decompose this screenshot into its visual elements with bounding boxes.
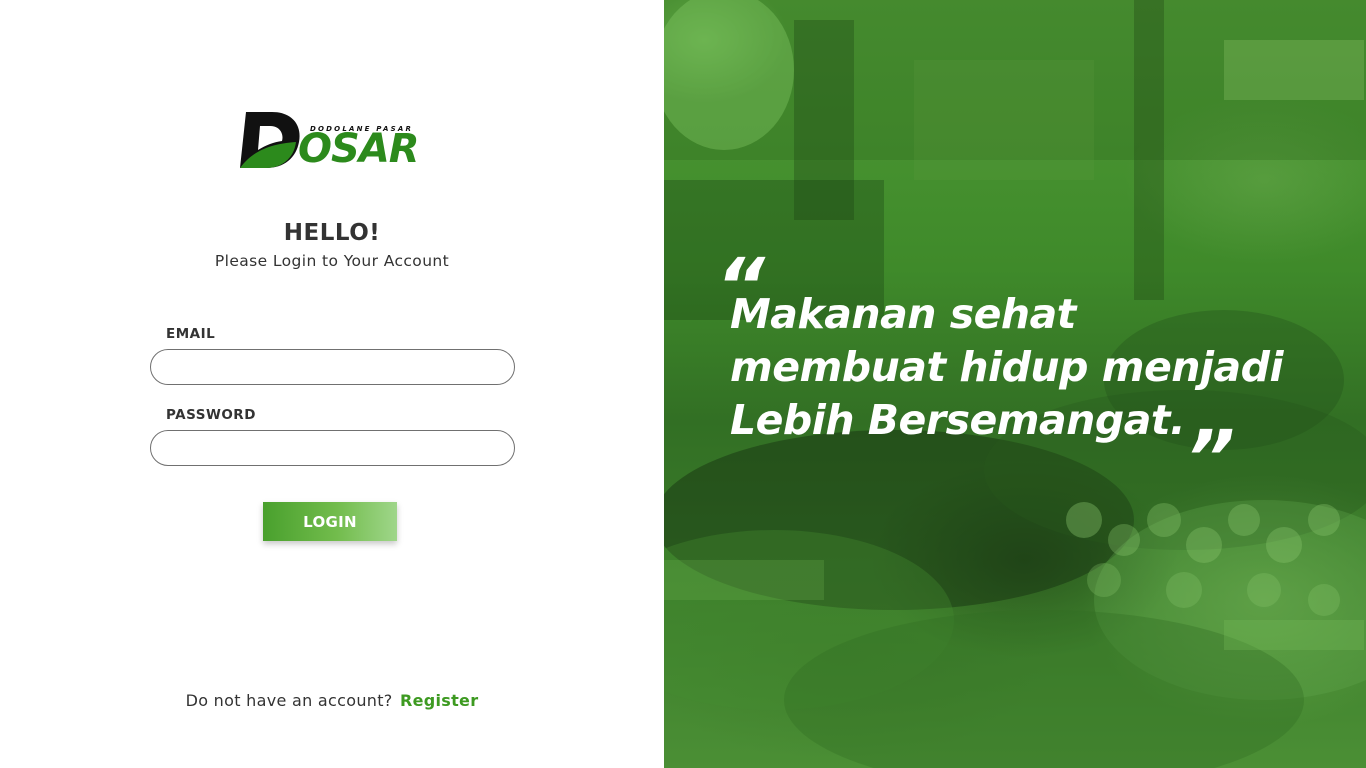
- page-subtitle: Please Login to Your Account: [214, 252, 450, 270]
- email-input[interactable]: [150, 349, 515, 385]
- hero-quote: Makanan sehat membuat hidup menjadi Lebi…: [730, 288, 1350, 447]
- password-input[interactable]: [150, 430, 515, 466]
- hero-quote-line: Makanan sehat: [730, 290, 1076, 338]
- hero-quote-line: Lebih Bersemangat.: [730, 396, 1186, 444]
- password-label: PASSWORD: [166, 407, 256, 423]
- login-button[interactable]: LOGIN: [263, 502, 397, 541]
- email-label: EMAIL: [166, 326, 216, 342]
- logo-d-mark: [240, 112, 300, 168]
- hero-image-panel: “ Makanan sehat membuat hidup menjadi Le…: [664, 0, 1366, 768]
- logo-wordmark: OSAR: [298, 126, 420, 172]
- dosar-logo: DODOLANE PASAR OSAR: [238, 108, 430, 174]
- register-prompt-text: Do not have an account?: [185, 691, 393, 710]
- close-quote-icon: ”: [1186, 413, 1235, 502]
- register-link[interactable]: Register: [400, 691, 478, 710]
- login-panel: DODOLANE PASAR OSAR HELLO! Please Login …: [0, 0, 664, 768]
- hero-quote-line: membuat hidup menjadi: [730, 343, 1284, 391]
- page-title: HELLO!: [283, 220, 381, 246]
- register-prompt: Do not have an account? Register: [0, 691, 664, 710]
